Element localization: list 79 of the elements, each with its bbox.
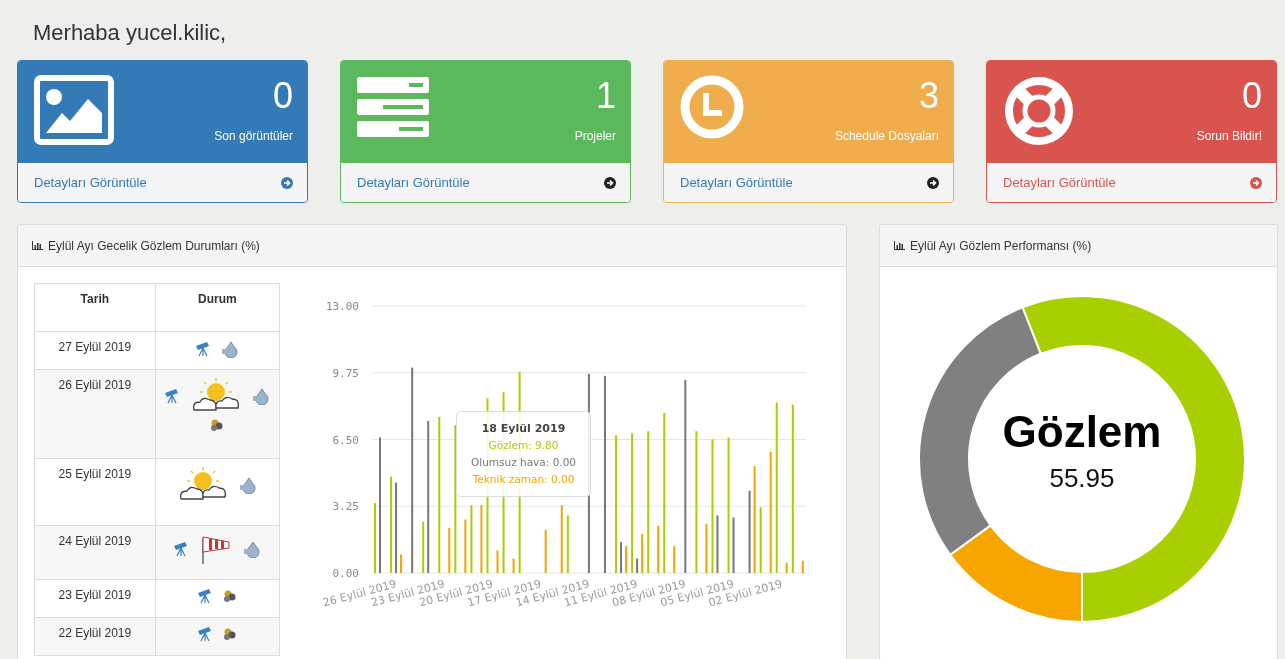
details-link[interactable]: Detayları Görüntüle [34, 175, 147, 190]
drop-icon [221, 340, 240, 358]
telescope-icon [173, 541, 190, 557]
tooltip-title: 18 Eylül 2019 [480, 421, 567, 437]
count-value: 1 [595, 75, 616, 117]
count-value: 3 [918, 75, 939, 117]
bar [544, 529, 547, 573]
count-value: 0 [1241, 75, 1262, 117]
axis-label: 6.50 [332, 433, 359, 447]
column-header: Durum [155, 283, 280, 332]
bar [759, 507, 762, 573]
arrow-circle-icon [604, 176, 616, 189]
axis-label: 9.75 [332, 366, 359, 380]
date-cell: 26 Eylül 2019 [34, 369, 156, 459]
bar [732, 517, 735, 573]
cluster-icon [223, 627, 238, 641]
bar [801, 560, 804, 573]
telescope-icon [195, 341, 212, 357]
count-value: 0 [272, 75, 293, 117]
tooltip-line: Olumsuz hava: 0.00 [470, 455, 577, 470]
bar [641, 534, 644, 573]
arrow-circle-icon [281, 176, 293, 189]
bar [785, 562, 788, 573]
axis-label: 13.00 [325, 300, 359, 313]
bar [705, 523, 708, 573]
telescope-icon [164, 388, 181, 404]
date-cell: 27 Eylül 2019 [34, 331, 156, 370]
bar [636, 558, 639, 573]
bar [673, 546, 676, 573]
arrow-circle-icon [1250, 176, 1262, 189]
bar-chart-icon [32, 241, 43, 250]
bar [422, 521, 425, 573]
details-link[interactable]: Detayları Görüntüle [680, 175, 793, 190]
donut-center-label: Gözlem [1002, 407, 1162, 456]
column-header: Tarih [34, 283, 156, 332]
details-link[interactable]: Detayları Görüntüle [357, 175, 470, 190]
server-icon [357, 75, 429, 139]
card-label: Sorun Bildir! [1196, 129, 1262, 143]
tooltip-line: Teknik zaman: 0.00 [471, 472, 576, 487]
life-ring-icon [1003, 75, 1075, 147]
panel-title: Eylül Ayı Gecelik Gözlem Durumları (%) [48, 238, 260, 253]
tooltip-line: Gözlem: 9.80 [487, 438, 560, 453]
bar [625, 546, 628, 573]
bar [470, 505, 473, 573]
date-cell: 22 Eylül 2019 [34, 617, 156, 656]
bar [496, 550, 499, 573]
cluster-icon [210, 418, 225, 432]
cluster-icon [223, 589, 238, 603]
image-icon [34, 75, 114, 145]
bar [448, 527, 451, 573]
card-label: Projeler [574, 129, 616, 143]
telescope-icon [197, 626, 214, 642]
bar [560, 505, 563, 573]
date-cell: 25 Eylül 2019 [34, 458, 156, 526]
drop-icon [252, 387, 271, 405]
date-cell: 23 Eylül 2019 [34, 579, 156, 618]
axis-label: 3.25 [332, 500, 359, 514]
bar [464, 519, 467, 573]
bar [512, 558, 515, 573]
drop-icon [243, 540, 262, 558]
greeting-text: Merhaba yucel.kilic, [32, 19, 228, 47]
card-label: Schedule Dosyaları [834, 129, 939, 143]
bar [716, 515, 719, 573]
axis-label: 0.00 [332, 567, 359, 580]
date-cell: 24 Eylül 2019 [34, 525, 156, 580]
bar [400, 554, 403, 573]
bar-chart-icon [894, 241, 905, 250]
arrow-circle-icon [927, 176, 939, 189]
drop-icon [239, 476, 258, 494]
bar [657, 525, 660, 573]
clock-icon [680, 75, 744, 139]
details-link[interactable]: Detayları Görüntüle [1003, 175, 1116, 190]
donut-center-value: 55.95 [1049, 463, 1115, 493]
bar [566, 515, 569, 573]
card-label: Son görüntüler [214, 129, 293, 143]
panel-title: Eylül Ayı Gözlem Performansı (%) [910, 238, 1092, 253]
bar [480, 505, 483, 573]
bar [620, 542, 623, 573]
telescope-icon [197, 588, 214, 604]
